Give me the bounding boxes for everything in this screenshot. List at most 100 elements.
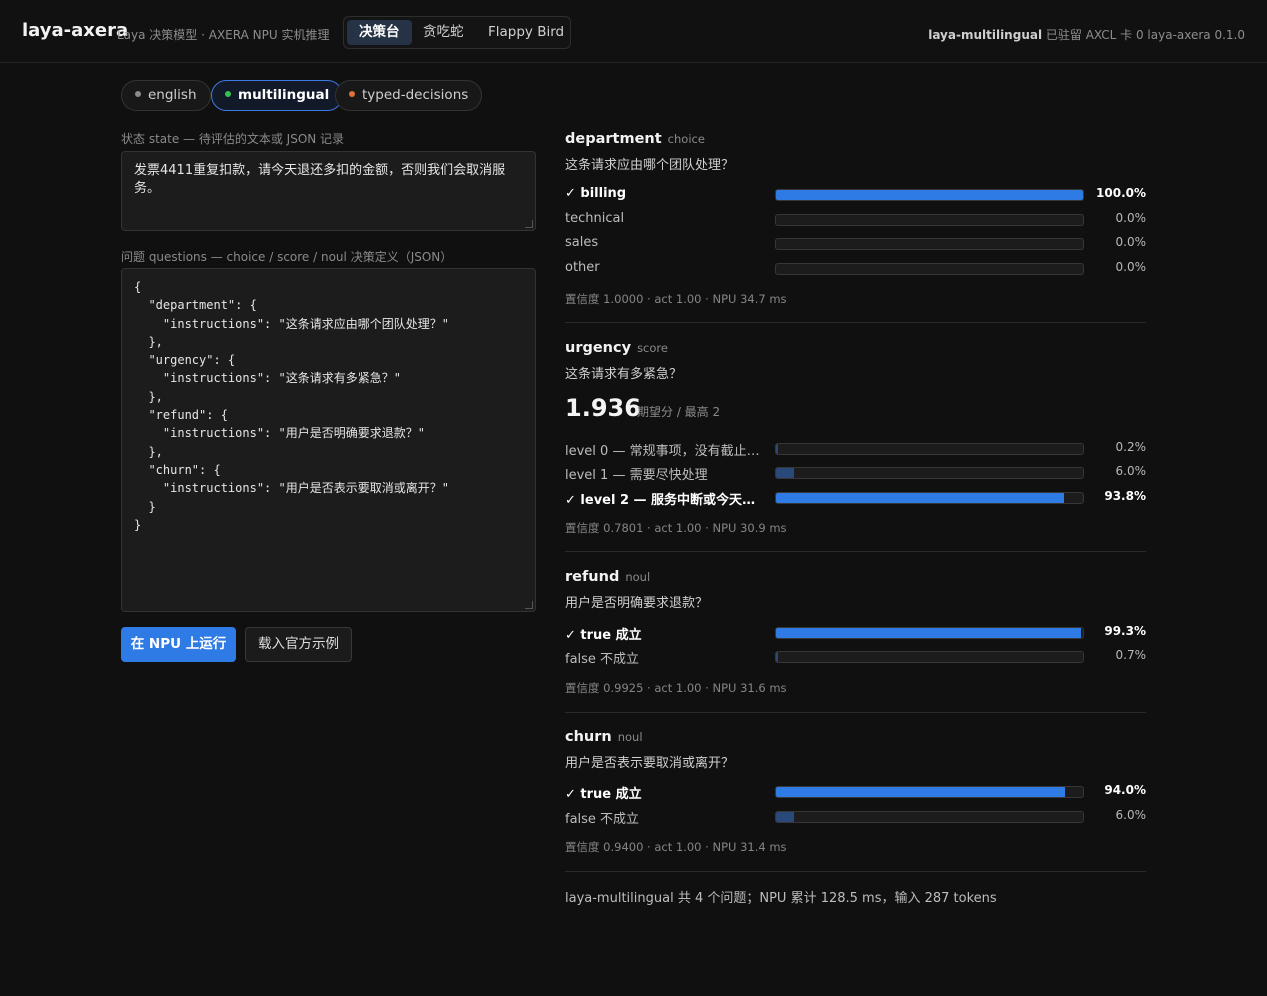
option-row: ✓ true 成立 99.3% bbox=[565, 624, 1146, 644]
option-row: sales 0.0% bbox=[565, 235, 1146, 255]
probability-value: 0.2% bbox=[1115, 440, 1147, 454]
option-label: ✓ level 2 — 服务中断或今天必须… bbox=[565, 493, 765, 508]
probability-value: 99.3% bbox=[1104, 624, 1146, 638]
question-type: score bbox=[637, 341, 668, 355]
probability-bar bbox=[775, 214, 1084, 226]
status-dot-icon bbox=[349, 91, 355, 97]
section-divider bbox=[565, 551, 1146, 552]
probability-value: 0.0% bbox=[1115, 235, 1147, 249]
questions-json-input[interactable]: { "department": { "instructions": "这条请求应… bbox=[121, 268, 536, 612]
question-key: urgency bbox=[565, 340, 632, 356]
main-tabs: 决策台 贪吃蛇 Flappy Bird bbox=[343, 16, 571, 49]
result-department: department choice 这条请求应由哪个团队处理？ ✓ billing… bbox=[565, 131, 1146, 311]
tab-snake[interactable]: 贪吃蛇 bbox=[411, 20, 476, 45]
option-label: level 1 — 需要尽快处理 bbox=[565, 468, 708, 483]
load-example-button[interactable]: 载入官方示例 bbox=[245, 627, 352, 662]
status-model-name: laya-multilingual bbox=[928, 28, 1043, 42]
state-input-value: 发票4411重复扣款，请今天退还多扣的金额，否则我们会取消服务。 bbox=[134, 163, 506, 196]
probability-bar bbox=[775, 627, 1084, 639]
probability-fill bbox=[776, 493, 1064, 503]
section-divider bbox=[565, 322, 1146, 323]
model-status: laya-multilingual 已驻留 AXCL 卡 0 laya-axer… bbox=[928, 26, 1245, 43]
result-meta: 置信度 0.9925 · act 1.00 · NPU 31.6 ms bbox=[565, 681, 787, 695]
option-label: false 不成立 bbox=[565, 652, 640, 667]
result-meta: 置信度 0.7801 · act 1.00 · NPU 30.9 ms bbox=[565, 521, 787, 535]
option-row: technical 0.0% bbox=[565, 211, 1146, 231]
probability-fill bbox=[776, 468, 795, 478]
option-label: false 不成立 bbox=[565, 812, 640, 827]
section-divider bbox=[565, 871, 1146, 872]
probability-fill bbox=[776, 628, 1081, 638]
probability-bar bbox=[775, 811, 1084, 823]
question-text: 用户是否明确要求退款？ bbox=[565, 596, 709, 611]
probability-value: 6.0% bbox=[1115, 808, 1147, 822]
model-pill-typed-decisions[interactable]: typed-decisions bbox=[335, 80, 483, 111]
probability-bar bbox=[775, 467, 1084, 479]
run-on-npu-button[interactable]: 在 NPU 上运行 bbox=[121, 627, 236, 662]
app-subtitle: Laya 决策模型 · AXERA NPU 实机推理 bbox=[117, 28, 330, 42]
question-key: refund bbox=[565, 569, 620, 585]
question-key: department bbox=[565, 131, 662, 147]
model-pill-english[interactable]: english bbox=[121, 80, 211, 111]
option-label: ✓ billing bbox=[565, 186, 627, 201]
resize-handle-icon[interactable] bbox=[525, 601, 533, 609]
probability-fill bbox=[776, 190, 1083, 200]
probability-value: 100.0% bbox=[1096, 186, 1146, 200]
option-label: sales bbox=[565, 235, 599, 250]
question-key: churn bbox=[565, 729, 612, 745]
state-input[interactable]: 发票4411重复扣款，请今天退还多扣的金额，否则我们会取消服务。 bbox=[121, 151, 536, 231]
question-text: 用户是否表示要取消或离开？ bbox=[565, 756, 735, 771]
score-note: 期望分 / 最高 2 bbox=[637, 405, 721, 419]
option-label: technical bbox=[565, 211, 625, 226]
probability-bar bbox=[775, 786, 1084, 798]
probability-value: 0.7% bbox=[1115, 648, 1147, 662]
option-label: ✓ true 成立 bbox=[565, 787, 642, 802]
probability-value: 0.0% bbox=[1115, 260, 1147, 274]
probability-bar bbox=[775, 492, 1084, 504]
probability-bar bbox=[775, 651, 1084, 663]
probability-fill bbox=[776, 444, 779, 454]
option-row: ✓ level 2 — 服务中断或今天必须… 93.8% bbox=[565, 489, 1146, 509]
option-row: ✓ true 成立 94.0% bbox=[565, 783, 1146, 803]
question-name: churn noul bbox=[565, 729, 643, 745]
option-row: ✓ billing 100.0% bbox=[565, 186, 1146, 206]
expected-score: 1.936 bbox=[565, 394, 641, 422]
probability-bar bbox=[775, 263, 1084, 275]
option-row: level 0 — 常规事项，没有截止时间 0.2% bbox=[565, 440, 1146, 460]
probability-value: 93.8% bbox=[1104, 489, 1146, 503]
status-text: 已驻留 AXCL 卡 0 laya-axera 0.1.0 bbox=[1045, 28, 1245, 42]
state-label: 状态 state — 待评估的文本或 JSON 记录 bbox=[121, 132, 345, 146]
run-summary: laya-multilingual 共 4 个问题；NPU 累计 128.5 m… bbox=[565, 891, 997, 906]
questions-json-value: { "department": { "instructions": "这条请求应… bbox=[134, 280, 449, 532]
tab-flappy-bird[interactable]: Flappy Bird bbox=[476, 20, 576, 45]
question-type: noul bbox=[625, 570, 651, 584]
status-dot-icon bbox=[135, 91, 141, 97]
option-label: level 0 — 常规事项，没有截止时间 bbox=[565, 444, 765, 459]
app-brand: laya-axera bbox=[22, 20, 129, 41]
questions-label: 问题 questions — choice / score / noul 决策定… bbox=[121, 250, 453, 264]
probability-bar bbox=[775, 443, 1084, 455]
option-label: other bbox=[565, 260, 600, 275]
pill-label: english bbox=[148, 87, 197, 103]
option-row: false 不成立 6.0% bbox=[565, 808, 1146, 828]
probability-bar bbox=[775, 189, 1084, 201]
question-type: noul bbox=[617, 730, 643, 744]
pill-label: typed-decisions bbox=[362, 87, 469, 103]
result-urgency: urgency score 这条请求有多紧急？ 1.936 期望分 / 最高 2 … bbox=[565, 340, 1146, 540]
result-churn: churn noul 用户是否表示要取消或离开？ ✓ true 成立 94.0% … bbox=[565, 729, 1146, 859]
result-meta: 置信度 0.9400 · act 1.00 · NPU 31.4 ms bbox=[565, 840, 787, 854]
question-text: 这条请求应由哪个团队处理？ bbox=[565, 158, 735, 173]
question-name: refund noul bbox=[565, 569, 650, 585]
option-label: ✓ true 成立 bbox=[565, 628, 642, 643]
model-pill-multilingual[interactable]: multilingual bbox=[211, 80, 344, 111]
section-divider bbox=[565, 712, 1146, 713]
probability-value: 6.0% bbox=[1115, 464, 1147, 478]
resize-handle-icon[interactable] bbox=[525, 220, 533, 228]
tab-decision-desk[interactable]: 决策台 bbox=[347, 20, 412, 45]
option-row: level 1 — 需要尽快处理 6.0% bbox=[565, 464, 1146, 484]
status-dot-icon bbox=[225, 91, 231, 97]
probability-value: 94.0% bbox=[1104, 783, 1146, 797]
question-name: urgency score bbox=[565, 340, 668, 356]
probability-fill bbox=[776, 787, 1065, 797]
question-text: 这条请求有多紧急？ bbox=[565, 367, 683, 382]
